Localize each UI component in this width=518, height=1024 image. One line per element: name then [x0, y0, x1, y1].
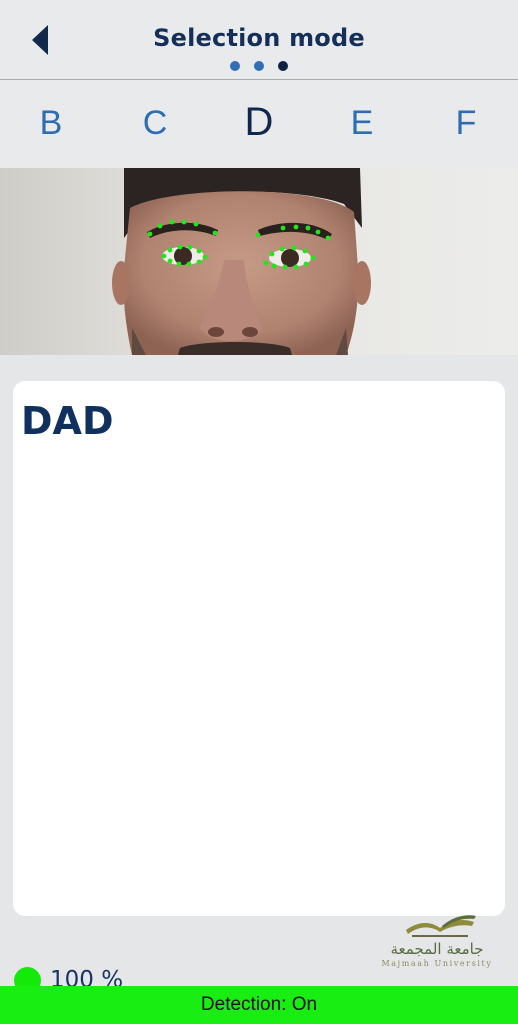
- university-logo: جامعة المجمعة Majmaah University: [376, 912, 498, 974]
- camera-preview: [0, 168, 518, 355]
- page-indicator: [0, 61, 518, 71]
- detection-status-bar[interactable]: Detection: On: [0, 986, 518, 1024]
- typed-text: DAD: [21, 399, 114, 443]
- text-output-card: DAD: [13, 381, 505, 916]
- letter-option-c[interactable]: C: [125, 104, 185, 143]
- letter-option-b[interactable]: B: [21, 104, 81, 143]
- letter-option-e[interactable]: E: [332, 104, 392, 143]
- page-title: Selection mode: [153, 24, 365, 52]
- logo-arabic-text: جامعة المجمعة: [390, 940, 484, 958]
- open-book-icon: [406, 915, 476, 937]
- page-dot: [254, 61, 264, 71]
- letter-option-f[interactable]: F: [436, 104, 496, 143]
- face-camera-image: [0, 168, 518, 355]
- logo-english-text: Majmaah University: [381, 959, 493, 968]
- screen: Selection mode B C D E F DAD جامعة المجم…: [0, 0, 518, 1024]
- letter-option-d-selected[interactable]: D: [229, 100, 289, 145]
- page-dot: [230, 61, 240, 71]
- page-dot-active: [278, 61, 288, 71]
- header-bar: Selection mode: [0, 0, 518, 80]
